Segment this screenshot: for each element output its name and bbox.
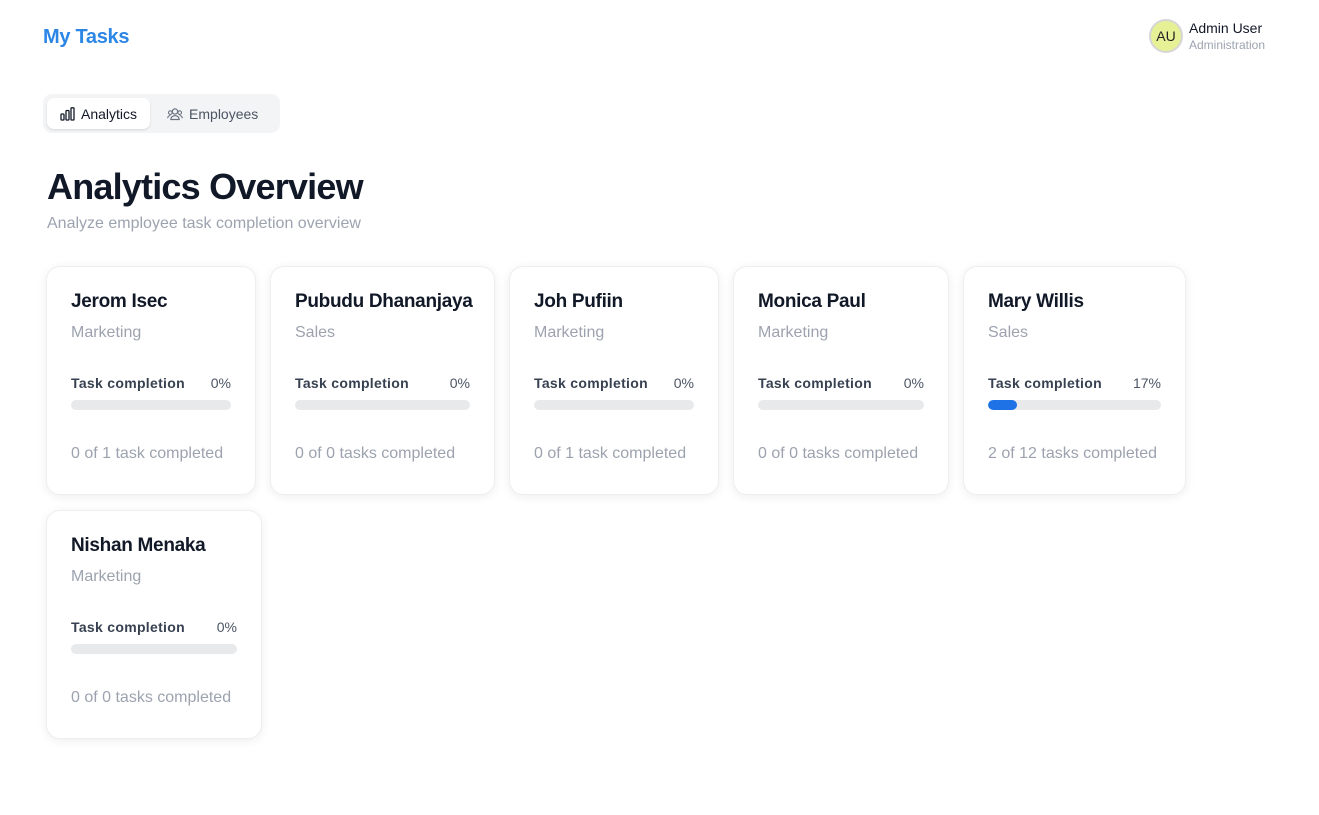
employee-name: Nishan Menaka	[71, 535, 206, 556]
completion-label: Task completion	[758, 375, 872, 391]
employee-card: Monica Paul Marketing Task completion 0%…	[733, 266, 949, 495]
completion-percent: 0%	[673, 375, 694, 391]
completion-row: Task completion 0%	[758, 374, 924, 392]
completion-label: Task completion	[295, 375, 409, 391]
completion-label: Task completion	[71, 375, 185, 391]
avatar[interactable]: AU	[1149, 19, 1183, 53]
user-profile[interactable]: AU Admin User Administration	[1149, 19, 1265, 53]
completion-label: Task completion	[534, 375, 648, 391]
employee-card: Jerom Isec Marketing Task completion 0% …	[46, 266, 256, 495]
tasks-summary: 0 of 0 tasks completed	[758, 445, 919, 462]
employee-card: Pubudu Dhananjaya Sales Task completion …	[270, 266, 495, 495]
employee-department: Sales	[295, 324, 336, 341]
employee-card: Joh Pufiin Marketing Task completion 0% …	[509, 266, 719, 495]
employee-card: Mary Willis Sales Task completion 17% 2 …	[963, 266, 1186, 495]
tasks-summary: 0 of 0 tasks completed	[295, 445, 456, 462]
employee-department: Marketing	[71, 324, 142, 341]
tab-employees-label: Employees	[189, 105, 259, 122]
employee-name: Jerom Isec	[71, 291, 168, 312]
employee-name: Pubudu Dhananjaya	[295, 291, 473, 312]
bar-chart-icon	[60, 106, 75, 121]
tasks-summary: 2 of 12 tasks completed	[988, 445, 1157, 462]
user-name: Admin User	[1189, 19, 1263, 36]
tab-bar: Analytics Employees	[43, 94, 280, 133]
completion-label: Task completion	[71, 619, 185, 635]
employee-department: Marketing	[71, 568, 142, 585]
employee-department: Sales	[988, 324, 1029, 341]
employee-name: Joh Pufiin	[534, 291, 623, 312]
completion-row: Task completion 0%	[71, 374, 231, 392]
employee-department: Marketing	[534, 324, 605, 341]
tasks-summary: 0 of 1 task completed	[71, 445, 224, 462]
progress-bar	[988, 400, 1161, 410]
page-subtitle: Analyze employee task completion overvie…	[47, 215, 361, 232]
completion-row: Task completion 0%	[295, 374, 470, 392]
employee-card: Nishan Menaka Marketing Task completion …	[46, 510, 262, 739]
progress-bar	[758, 400, 924, 410]
progress-bar-fill	[988, 400, 1018, 410]
tab-analytics-label: Analytics	[81, 105, 138, 122]
tasks-summary: 0 of 0 tasks completed	[71, 689, 232, 706]
tab-employees[interactable]: Employees	[154, 98, 271, 129]
progress-bar	[71, 644, 237, 654]
employee-name: Monica Paul	[758, 291, 866, 312]
user-info: Admin User Administration	[1189, 20, 1265, 52]
completion-label: Task completion	[988, 375, 1102, 391]
page: My Tasks AU Admin User Administration An…	[0, 0, 1319, 815]
completion-percent: 0%	[210, 375, 231, 391]
tasks-summary: 0 of 1 task completed	[534, 445, 687, 462]
completion-percent: 17%	[1132, 375, 1161, 391]
employee-name: Mary Willis	[988, 291, 1084, 312]
users-icon	[167, 107, 183, 121]
page-title: Analytics Overview	[47, 166, 364, 207]
user-role: Administration	[1189, 37, 1266, 52]
completion-row: Task completion 0%	[71, 618, 237, 636]
tab-analytics[interactable]: Analytics	[47, 98, 151, 129]
progress-bar	[534, 400, 694, 410]
brand-title[interactable]: My Tasks	[43, 26, 129, 49]
progress-bar	[71, 400, 231, 410]
completion-row: Task completion 17%	[988, 374, 1161, 392]
completion-percent: 0%	[216, 619, 237, 635]
employee-department: Marketing	[758, 324, 829, 341]
completion-percent: 0%	[903, 375, 924, 391]
progress-bar	[295, 400, 470, 410]
completion-row: Task completion 0%	[534, 374, 694, 392]
completion-percent: 0%	[449, 375, 470, 391]
